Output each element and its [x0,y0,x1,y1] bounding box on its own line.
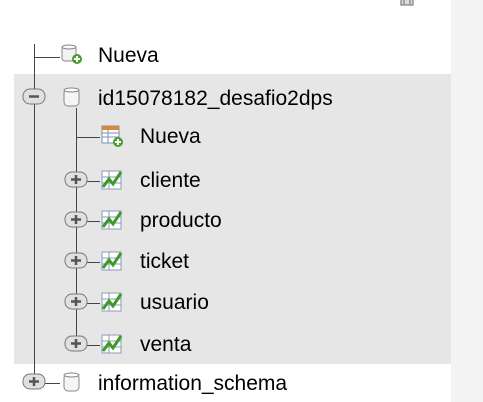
partial-icon [400,0,414,6]
new-table-icon [101,125,123,147]
database-icon [63,372,80,392]
expand-plus-icon[interactable] [64,334,88,354]
table-icon [101,292,123,312]
tree-item-table-ticket[interactable]: ticket [0,243,451,281]
expand-plus-icon[interactable] [64,292,88,312]
expand-plus-icon[interactable] [22,372,46,392]
new-database-label[interactable]: Nueva [98,43,159,69]
new-database-icon [61,44,82,64]
tree-item-database-information-schema[interactable]: information_schema [0,364,451,402]
expand-plus-icon[interactable] [64,170,88,190]
table-icon [101,170,123,190]
scroll-area [451,0,483,402]
tree-item-table-producto[interactable]: producto [0,202,451,240]
table-name-label[interactable]: usuario [140,290,209,316]
database-name-label[interactable]: information_schema [98,371,287,397]
tree-item-database-id15078182[interactable]: id15078182_desafio2dps [0,80,451,118]
table-icon [101,210,123,230]
tree-item-table-usuario[interactable]: usuario [0,284,451,322]
new-table-label[interactable]: Nueva [140,124,201,150]
table-name-label[interactable]: ticket [140,249,189,275]
table-name-label[interactable]: venta [140,332,191,358]
table-icon [101,251,123,271]
database-icon [63,87,80,107]
table-icon [101,334,123,354]
table-name-label[interactable]: producto [140,208,222,234]
tree-item-table-venta[interactable]: venta [0,326,451,364]
expand-plus-icon[interactable] [64,210,88,230]
database-name-label[interactable]: id15078182_desafio2dps [98,86,333,112]
table-name-label[interactable]: cliente [140,168,201,194]
expand-plus-icon[interactable] [64,251,88,271]
tree-item-table-cliente[interactable]: cliente [0,162,451,200]
tree-item-new-database[interactable]: Nueva [0,38,451,76]
tree-item-new-table[interactable]: Nueva [0,118,451,156]
collapse-minus-icon[interactable] [22,87,46,107]
